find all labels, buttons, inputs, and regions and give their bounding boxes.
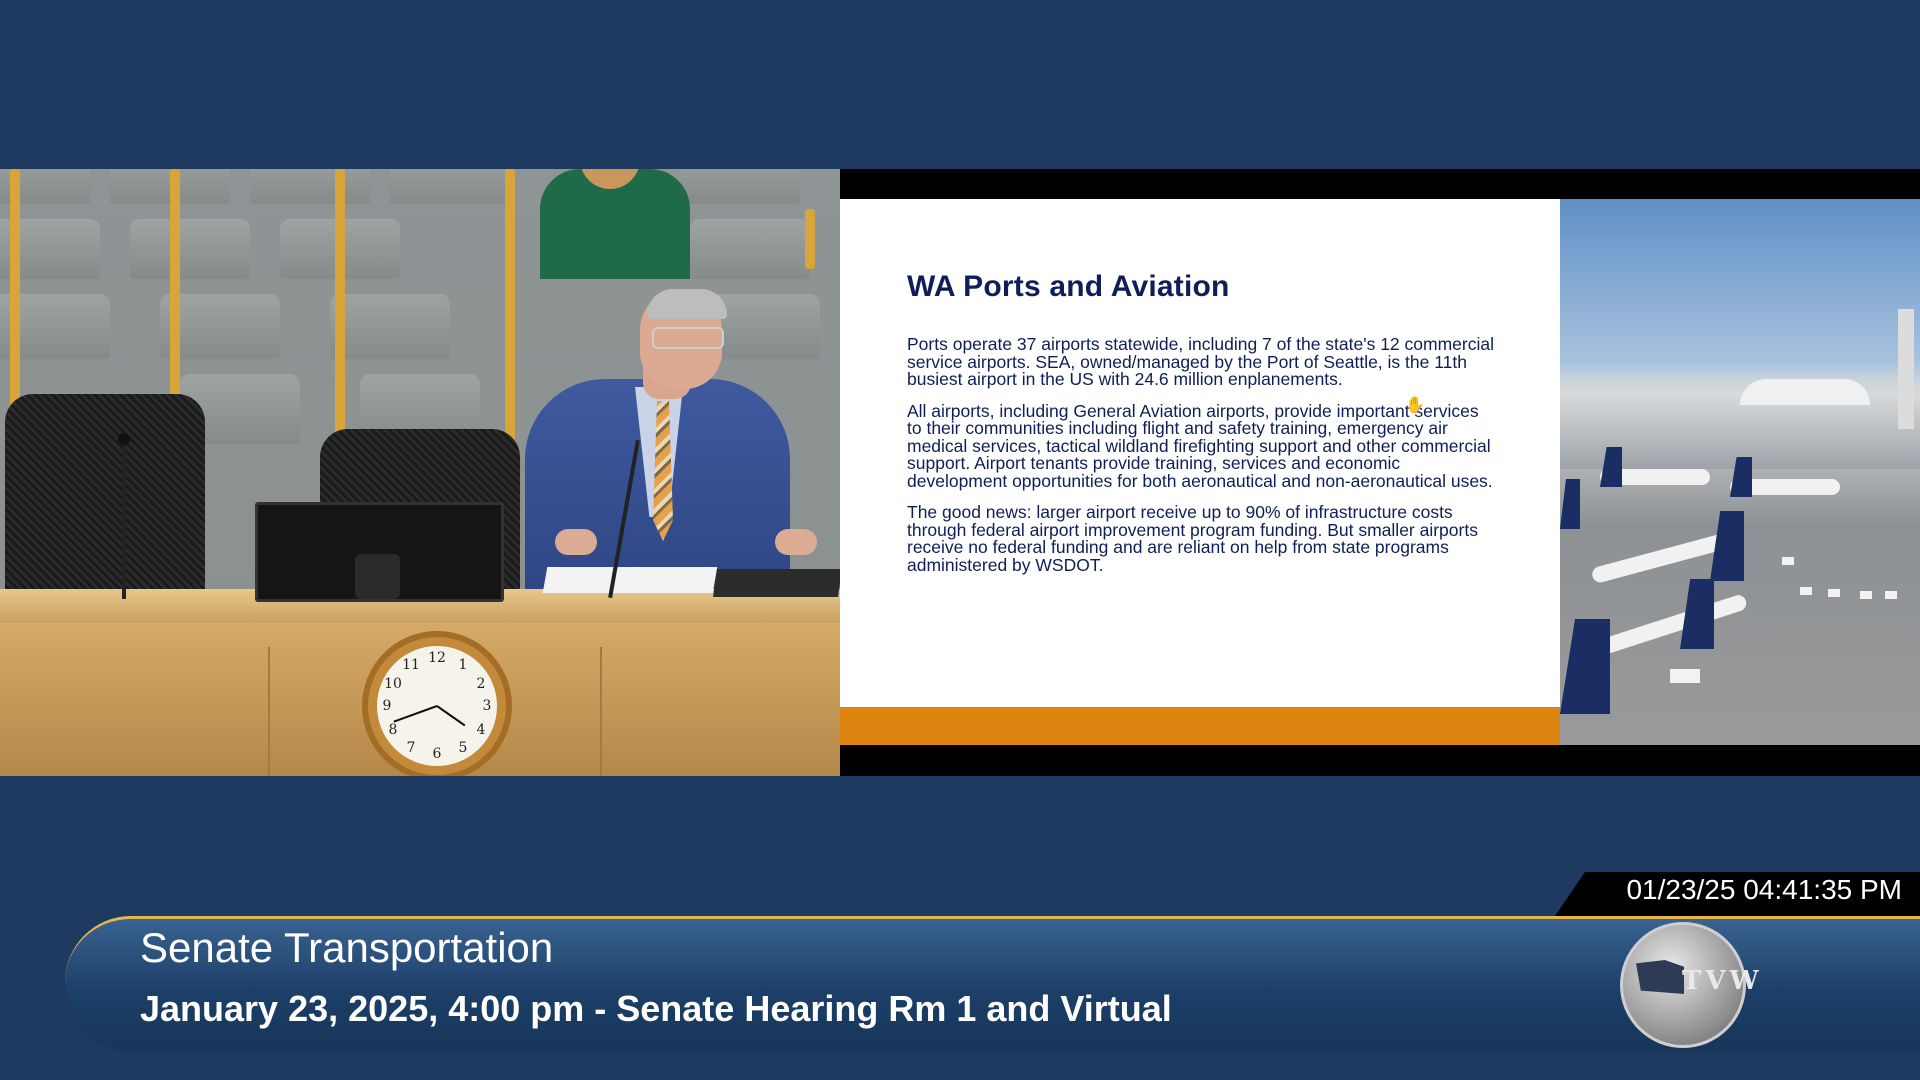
airport-photo <box>1560 199 1920 745</box>
program-title: Senate Transportation <box>140 924 554 971</box>
slide-accent-band <box>840 707 1560 745</box>
slide-paragraph: Ports operate 37 airports statewide, inc… <box>907 334 1494 389</box>
papers <box>542 567 718 593</box>
clock-minute-hand <box>393 705 438 723</box>
committee-chair <box>5 394 205 604</box>
microphone <box>122 439 126 599</box>
hand-cursor-icon: ✋ <box>1405 397 1425 414</box>
slide-paragraph: The good news: larger airport receive up… <box>907 502 1478 575</box>
speaker-glasses <box>652 327 724 349</box>
camera-feed: 12 1 2 3 4 5 6 7 8 9 10 11 <box>0 169 840 776</box>
keyboard <box>713 569 840 597</box>
control-tower <box>1898 309 1914 429</box>
plane-tail <box>1560 479 1580 529</box>
video-feed: 12 1 2 3 4 5 6 7 8 9 10 11 WA Ports and … <box>0 169 1920 776</box>
washington-state-icon <box>1636 960 1684 994</box>
slide-paragraph: All airports, including General Aviation… <box>907 400 1493 491</box>
clock-hour-hand <box>436 705 466 727</box>
slide-title: WA Ports and Aviation <box>907 270 1230 303</box>
plane-tail <box>1560 619 1610 714</box>
slide-body: Ports operate 37 airports statewide, inc… <box>907 334 1497 588</box>
wall-clock: 12 1 2 3 4 5 6 7 8 9 10 11 <box>362 631 512 776</box>
program-subtitle: January 23, 2025, 4:00 pm - Senate Heari… <box>140 988 1172 1029</box>
logo-text: TVW <box>1682 966 1763 996</box>
presentation-slide: WA Ports and Aviation Ports operate 37 a… <box>840 199 1920 745</box>
broadcast-timestamp: 01/23/25 04:41:35 PM <box>1626 874 1902 905</box>
